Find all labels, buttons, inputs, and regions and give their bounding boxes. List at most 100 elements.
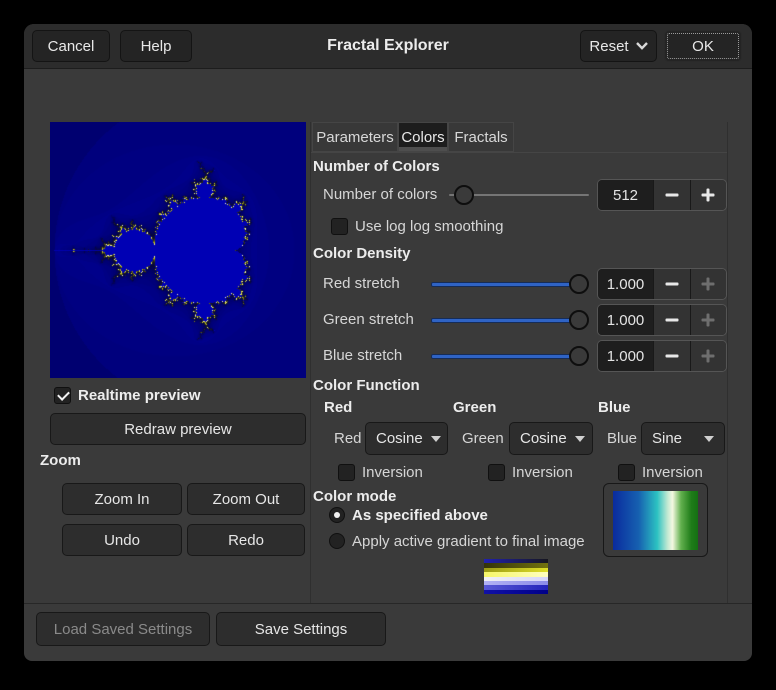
- load-saved-settings-button: Load Saved Settings: [36, 612, 210, 646]
- green-inversion-label: Inversion: [512, 464, 573, 481]
- realtime-preview-checkbox[interactable]: Realtime preview: [54, 386, 201, 404]
- tab-bar: Parameters Colors Fractals: [311, 122, 727, 153]
- red-inversion-checkbox[interactable]: Inversion: [338, 464, 423, 481]
- red-function-label: Red: [334, 422, 362, 456]
- undo-button[interactable]: Undo: [62, 524, 182, 556]
- number-of-colors-slider[interactable]: [449, 179, 589, 211]
- blue-stretch-spin: 1.000: [597, 340, 727, 372]
- red-stretch-spin: 1.000: [597, 268, 727, 300]
- green-function-value: Cosine: [520, 430, 567, 447]
- checkbox-box: [331, 218, 348, 235]
- ok-button[interactable]: OK: [664, 30, 742, 62]
- green-function-label: Green: [462, 422, 504, 456]
- blue-stretch-label: Blue stretch: [323, 340, 402, 372]
- increment-button: [690, 269, 727, 299]
- checkbox-box: [338, 464, 355, 481]
- radio-circle: [329, 533, 345, 549]
- radio-circle: [329, 507, 345, 523]
- green-stretch-row: Green stretch 1.000: [311, 304, 727, 336]
- increment-button: [690, 341, 727, 371]
- slider-fill: [431, 318, 579, 323]
- number-of-colors-spin: 512: [597, 179, 727, 211]
- slider-handle[interactable]: [454, 185, 474, 205]
- fractal-preview[interactable]: [50, 122, 306, 378]
- blue-inversion-checkbox[interactable]: Inversion: [618, 464, 703, 481]
- decrement-button[interactable]: [654, 180, 690, 210]
- notebook-panel: Parameters Colors Fractals Number of Col…: [310, 122, 728, 603]
- increment-button[interactable]: [690, 180, 727, 210]
- reset-button[interactable]: Reset: [580, 30, 657, 62]
- blue-stretch-row: Blue stretch 1.000: [311, 340, 727, 372]
- green-function-dropdown[interactable]: Cosine: [509, 422, 593, 455]
- redraw-preview-button[interactable]: Redraw preview: [50, 413, 306, 445]
- tab-parameters[interactable]: Parameters: [312, 122, 398, 152]
- save-settings-button[interactable]: Save Settings: [216, 612, 386, 646]
- red-inversion-label: Inversion: [362, 464, 423, 481]
- red-function-value: Cosine: [376, 430, 423, 447]
- red-stretch-row: Red stretch 1.000: [311, 268, 727, 300]
- slider-handle[interactable]: [569, 310, 589, 330]
- slider-handle[interactable]: [569, 274, 589, 294]
- dropdown-arrow-icon: [704, 436, 714, 442]
- slider-fill: [431, 282, 579, 287]
- section-number-of-colors: Number of Colors: [313, 158, 440, 175]
- decrement-button[interactable]: [654, 341, 690, 371]
- red-function-dropdown[interactable]: Cosine: [365, 422, 448, 455]
- number-of-colors-label: Number of colors: [323, 179, 437, 211]
- zoom-in-button[interactable]: Zoom In: [62, 483, 182, 515]
- colormap-preview: [484, 559, 548, 594]
- log-log-smoothing-checkbox[interactable]: Use log log smoothing: [331, 218, 503, 235]
- blue-stretch-entry[interactable]: 1.000: [598, 341, 654, 371]
- redo-button[interactable]: Redo: [187, 524, 305, 556]
- blue-column-header: Blue: [598, 399, 631, 416]
- as-specified-label: As specified above: [352, 507, 488, 524]
- zoom-out-button[interactable]: Zoom Out: [187, 483, 305, 515]
- zoom-section-label: Zoom: [40, 452, 81, 469]
- log-log-smoothing-label: Use log log smoothing: [355, 218, 503, 235]
- red-stretch-label: Red stretch: [323, 268, 400, 300]
- tab-fractals[interactable]: Fractals: [448, 122, 514, 152]
- dropdown-arrow-icon: [575, 436, 585, 442]
- green-column-header: Green: [453, 399, 496, 416]
- colormap-row: [484, 590, 548, 594]
- gradient-preview: [613, 491, 698, 550]
- slider-fill: [431, 354, 579, 359]
- apply-gradient-label: Apply active gradient to final image: [352, 533, 585, 550]
- blue-function-label: Blue: [607, 422, 637, 456]
- screen: Cancel Help Fractal Explorer Reset OK Re…: [0, 0, 776, 690]
- footer-separator: [24, 603, 752, 604]
- section-color-mode: Color mode: [313, 488, 396, 505]
- blue-function-value: Sine: [652, 430, 682, 447]
- checkbox-box: [618, 464, 635, 481]
- number-of-colors-row: Number of colors 512: [311, 179, 727, 211]
- color-mode-gradient-radio[interactable]: Apply active gradient to final image: [329, 532, 585, 550]
- chevron-down-icon: [636, 42, 648, 50]
- dropdown-arrow-icon: [431, 436, 441, 442]
- blue-inversion-label: Inversion: [642, 464, 703, 481]
- red-stretch-entry[interactable]: 1.000: [598, 269, 654, 299]
- realtime-preview-label: Realtime preview: [78, 387, 201, 404]
- red-column-header: Red: [324, 399, 352, 416]
- tab-colors[interactable]: Colors: [398, 122, 448, 152]
- red-stretch-slider[interactable]: [431, 268, 589, 300]
- green-stretch-slider[interactable]: [431, 304, 589, 336]
- checkbox-box: [488, 464, 505, 481]
- blue-function-dropdown[interactable]: Sine: [641, 422, 725, 455]
- section-color-function: Color Function: [313, 377, 420, 394]
- blue-stretch-slider[interactable]: [431, 340, 589, 372]
- green-stretch-label: Green stretch: [323, 304, 414, 336]
- green-stretch-entry[interactable]: 1.000: [598, 305, 654, 335]
- checkbox-box: [54, 387, 71, 404]
- increment-button: [690, 305, 727, 335]
- green-inversion-checkbox[interactable]: Inversion: [488, 464, 573, 481]
- gradient-preview-button[interactable]: [603, 483, 708, 557]
- color-mode-as-specified-radio[interactable]: As specified above: [329, 506, 488, 524]
- number-of-colors-entry[interactable]: 512: [598, 180, 654, 210]
- decrement-button[interactable]: [654, 269, 690, 299]
- decrement-button[interactable]: [654, 305, 690, 335]
- reset-label: Reset: [589, 38, 628, 55]
- titlebar: Cancel Help Fractal Explorer Reset OK: [24, 24, 752, 69]
- green-stretch-spin: 1.000: [597, 304, 727, 336]
- section-color-density: Color Density: [313, 245, 411, 262]
- slider-handle[interactable]: [569, 346, 589, 366]
